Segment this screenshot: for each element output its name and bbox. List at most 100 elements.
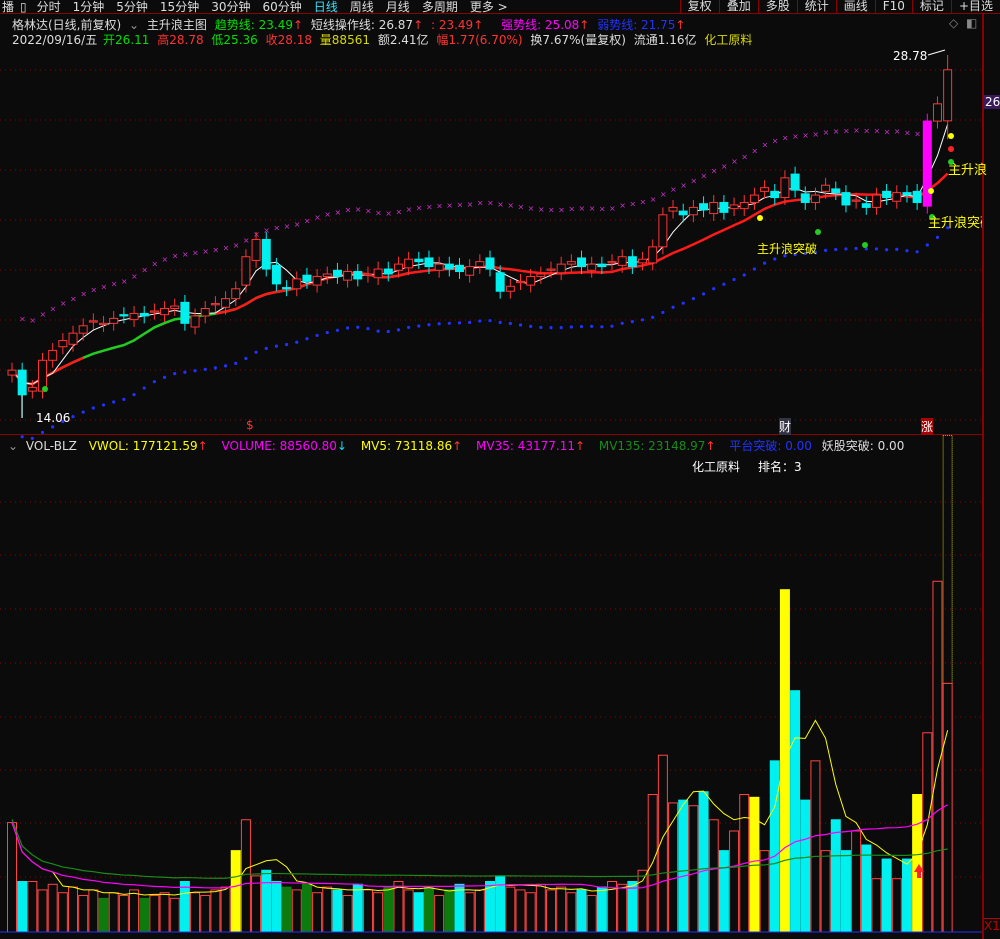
candle	[312, 275, 322, 286]
candle	[465, 266, 475, 276]
candle	[546, 268, 556, 271]
lower-band-dot	[610, 324, 614, 328]
lower-band-dot	[498, 320, 502, 325]
lower-band-dot	[203, 367, 207, 371]
volume-bar	[68, 886, 79, 933]
signal-dot	[862, 242, 868, 248]
lower-band-dot	[732, 277, 736, 282]
volume-bar	[240, 819, 251, 933]
volume-bar	[698, 791, 709, 933]
candle	[658, 214, 668, 248]
kline-chart[interactable]: × ×××××× × × × ×××× × × × × × × × ××× × × × × × × × × × × × × × × × ×…	[0, 0, 983, 939]
candle	[343, 271, 353, 281]
upper-band-mark: ×	[589, 204, 596, 213]
lower-band-dot	[925, 243, 929, 247]
upper-band-mark: ×	[538, 205, 545, 214]
volume-bar	[362, 889, 373, 933]
upper-band-mark: ×	[762, 141, 769, 150]
upper-band-mark: ×	[60, 299, 67, 308]
scale-label[interactable]: X1	[984, 918, 1000, 933]
volume-bar	[271, 880, 282, 933]
volume-bar	[413, 892, 424, 933]
lower-band-dot	[895, 247, 899, 251]
lower-band-dot	[457, 321, 462, 325]
finance-marker[interactable]: 财	[779, 418, 792, 435]
candle	[678, 210, 688, 216]
candle	[27, 386, 37, 392]
volume-bar	[98, 897, 109, 933]
volume-bar	[901, 858, 912, 933]
lower-band-dot	[101, 403, 106, 407]
upper-band-mark: ×	[294, 220, 301, 229]
candle	[261, 238, 271, 270]
lower-band-dot	[681, 301, 685, 305]
candle	[78, 325, 88, 334]
candle	[7, 369, 17, 376]
upper-band-mark: ×	[101, 283, 108, 292]
volume-bar	[617, 883, 628, 933]
candle	[353, 271, 363, 280]
dividend-marker[interactable]: $	[246, 418, 254, 432]
up-arrow-icon: ↑	[452, 439, 463, 453]
candle	[58, 340, 68, 348]
lower-band-dot	[325, 330, 329, 335]
upper-band-mark: ×	[446, 201, 453, 210]
lower-band-dot	[152, 380, 156, 384]
lower-band-dot	[935, 235, 940, 240]
lower-band-dot	[213, 366, 217, 370]
lower-band-dot	[691, 297, 695, 301]
upper-band-mark: ×	[609, 204, 616, 213]
upper-band-mark: ×	[873, 127, 880, 136]
lower-band-dot	[915, 250, 919, 254]
lower-band-dot	[518, 323, 523, 327]
volume-bar	[881, 858, 892, 933]
candle	[231, 288, 241, 300]
upper-band-mark: ×	[406, 205, 413, 214]
lower-band-dot	[396, 328, 401, 332]
upper-band-mark: ×	[80, 290, 87, 299]
lower-band-dot	[468, 320, 472, 325]
panel-divider	[0, 434, 983, 435]
lower-band-dot	[671, 305, 675, 309]
candle	[332, 269, 342, 277]
indicator-dropdown-icon[interactable]: ⌄	[8, 439, 18, 453]
candle	[160, 308, 170, 316]
volume-bar	[871, 878, 882, 933]
candle	[699, 203, 709, 211]
upper-band-mark: ×	[395, 208, 402, 217]
volume-bar	[729, 830, 740, 933]
lower-band-dot	[234, 361, 238, 365]
lower-band-dot	[590, 324, 594, 328]
upper-band-mark: ×	[568, 205, 575, 214]
candle	[68, 332, 78, 345]
upper-band-mark: ×	[548, 205, 555, 214]
volume-bar	[525, 892, 536, 933]
trend-line-green	[11, 271, 409, 386]
limit-up-marker[interactable]: 涨	[921, 418, 934, 435]
signal-dot	[757, 215, 763, 221]
volume-bar	[840, 850, 851, 933]
volume-bar	[383, 886, 394, 933]
candle	[383, 268, 393, 275]
lower-band-dot	[579, 324, 584, 329]
candle	[200, 308, 210, 317]
lower-band-dot	[478, 319, 482, 323]
candle	[780, 177, 790, 199]
volume-bar	[942, 682, 953, 933]
volume-indicator-name[interactable]: VOL-BLZ	[26, 439, 77, 453]
volume-bar	[301, 883, 312, 933]
volume-bar	[78, 895, 89, 933]
candle	[607, 261, 617, 264]
volume-bar	[668, 802, 679, 933]
candle	[505, 285, 515, 292]
volume-bar	[291, 889, 302, 933]
candle	[566, 261, 576, 265]
upper-band-mark: ×	[853, 126, 860, 135]
upper-band-mark: ×	[731, 157, 738, 166]
candle	[475, 261, 485, 268]
upper-band-mark: ×	[273, 224, 280, 233]
candle	[739, 201, 749, 210]
lower-band-dot	[417, 324, 421, 328]
volume-bar	[851, 830, 862, 933]
volume-bar	[546, 889, 557, 933]
